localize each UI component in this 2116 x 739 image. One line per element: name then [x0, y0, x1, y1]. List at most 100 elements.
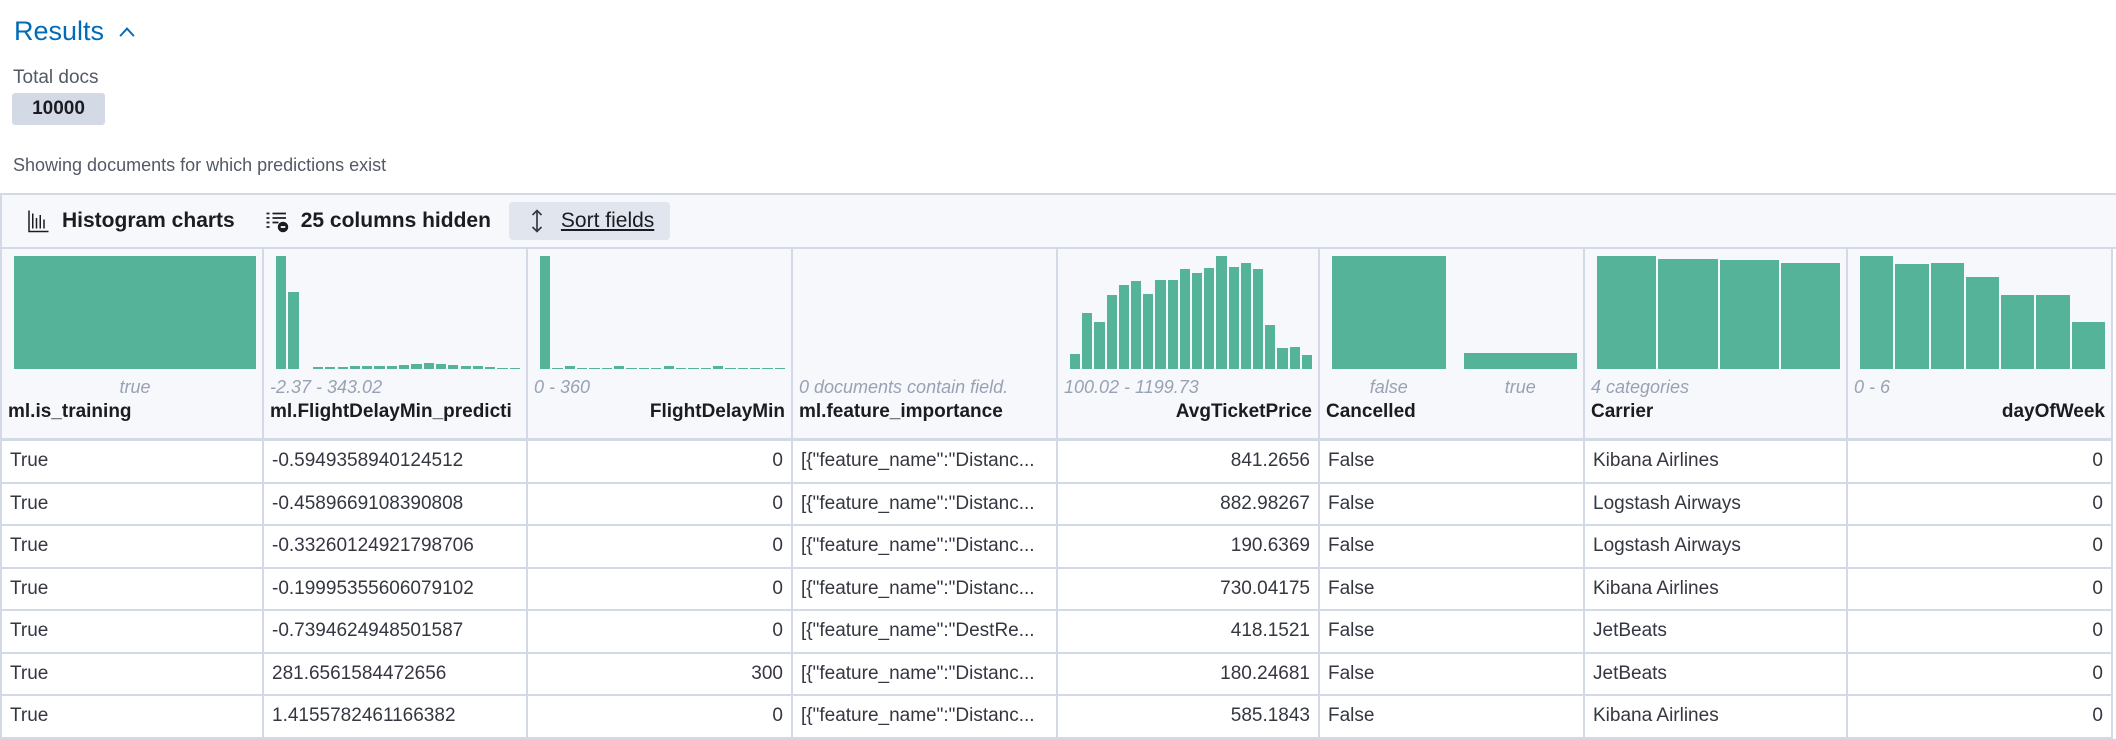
histogram-bar[interactable] [288, 292, 299, 369]
histogram-bar[interactable] [688, 367, 699, 369]
table-cell[interactable]: False [1320, 568, 1585, 611]
table-cell[interactable]: Logstash Airways [1585, 483, 1848, 526]
table-cell[interactable]: 0 [528, 696, 793, 739]
table-cell[interactable]: -0.19995355606079102 [264, 568, 528, 611]
histogram-bar[interactable] [614, 366, 625, 369]
histogram-bar[interactable] [700, 367, 711, 369]
table-cell[interactable]: 0 [1848, 483, 2113, 526]
histogram-bar[interactable] [448, 365, 459, 369]
histogram-bar[interactable] [1204, 268, 1215, 369]
table-cell[interactable]: True [2, 526, 264, 569]
histogram-bar[interactable] [1277, 347, 1288, 369]
table-cell[interactable]: False [1320, 696, 1585, 739]
histogram-bar[interactable] [399, 365, 410, 369]
histogram-bar[interactable] [1332, 256, 1446, 369]
table-cell[interactable]: 0 [1848, 568, 2113, 611]
histogram-bar[interactable] [1265, 324, 1276, 369]
histogram-bar[interactable] [737, 367, 748, 369]
histogram-bar[interactable] [1658, 258, 1718, 369]
table-cell[interactable]: [{"feature_name":"Distanc... [793, 653, 1058, 696]
table-cell[interactable]: 841.2656 [1058, 441, 1320, 484]
histogram-bar[interactable] [712, 366, 724, 369]
histogram-bar[interactable] [1301, 354, 1312, 369]
histogram-bar[interactable] [1179, 268, 1190, 369]
histogram-bar[interactable] [472, 366, 484, 369]
table-cell[interactable]: 730.04175 [1058, 568, 1320, 611]
histogram-bar[interactable] [1253, 269, 1264, 369]
histogram-bar[interactable] [1289, 346, 1300, 369]
table-cell[interactable]: -0.4589669108390808 [264, 483, 528, 526]
histogram-bar[interactable] [1597, 256, 1657, 369]
table-cell[interactable]: Kibana Airlines [1585, 568, 1848, 611]
histogram-bar[interactable] [2036, 295, 2070, 369]
table-cell[interactable]: True [2, 568, 264, 611]
histogram-bar[interactable] [1216, 256, 1227, 369]
table-cell[interactable]: False [1320, 441, 1585, 484]
table-cell[interactable]: [{"feature_name":"Distanc... [793, 696, 1058, 739]
histogram-bar[interactable] [1780, 262, 1840, 369]
histogram-bar[interactable] [1131, 281, 1142, 369]
histogram-bar[interactable] [1228, 267, 1239, 369]
table-cell[interactable]: False [1320, 611, 1585, 654]
histogram-bar[interactable] [1155, 280, 1166, 369]
table-cell[interactable]: [{"feature_name":"Distanc... [793, 441, 1058, 484]
table-cell[interactable]: False [1320, 526, 1585, 569]
histogram-bar[interactable] [374, 366, 385, 369]
histogram-bar[interactable] [651, 367, 662, 369]
table-cell[interactable]: 0 [528, 568, 793, 611]
table-cell[interactable]: -0.7394624948501587 [264, 611, 528, 654]
histogram-bar[interactable] [540, 256, 551, 369]
table-cell[interactable]: True [2, 441, 264, 484]
histogram-bar[interactable] [725, 367, 736, 369]
histogram-bar[interactable] [1930, 262, 1964, 369]
histogram-bar[interactable] [577, 367, 588, 369]
sort-fields-button[interactable]: Sort fields [508, 202, 671, 240]
histogram-bar[interactable] [2001, 295, 2035, 369]
table-cell[interactable]: 0 [1848, 611, 2113, 654]
histogram-bar[interactable] [349, 366, 361, 369]
table-cell[interactable]: 0 [1848, 653, 2113, 696]
table-cell[interactable]: 0 [1848, 441, 2113, 484]
table-cell[interactable]: -0.5949358940124512 [264, 441, 528, 484]
columns-hidden-button[interactable]: 25 columns hidden [265, 202, 491, 240]
histogram-bar[interactable] [601, 367, 613, 369]
table-cell[interactable]: Logstash Airways [1585, 526, 1848, 569]
histogram-bar[interactable] [435, 363, 447, 369]
histogram-bar[interactable] [423, 362, 434, 369]
table-cell[interactable]: 1.4155782461166382 [264, 696, 528, 739]
column-header[interactable]: -2.37 - 343.02 ml.FlightDelayMin_predicti [264, 249, 528, 441]
histogram-bar[interactable] [1860, 256, 1894, 369]
results-toggle[interactable]: Results [14, 16, 138, 47]
table-cell[interactable]: 300 [528, 653, 793, 696]
histogram-bar[interactable] [460, 366, 471, 369]
table-cell[interactable]: 0 [528, 526, 793, 569]
histogram-bar[interactable] [14, 256, 256, 369]
histogram-bar[interactable] [774, 367, 785, 369]
table-cell[interactable]: JetBeats [1585, 611, 1848, 654]
table-cell[interactable]: 0 [1848, 526, 2113, 569]
table-cell[interactable]: 180.24681 [1058, 653, 1320, 696]
table-cell[interactable]: True [2, 653, 264, 696]
histogram-bar[interactable] [663, 365, 674, 369]
table-cell[interactable]: 0 [528, 611, 793, 654]
histogram-bar[interactable] [1965, 277, 2000, 369]
histogram-bar[interactable] [485, 367, 496, 369]
table-cell[interactable]: 882.98267 [1058, 483, 1320, 526]
table-cell[interactable]: 190.6369 [1058, 526, 1320, 569]
histogram-bar[interactable] [411, 363, 422, 369]
histogram-charts-button[interactable]: Histogram charts [26, 202, 235, 240]
table-cell[interactable]: 418.1521 [1058, 611, 1320, 654]
histogram-bar[interactable] [1463, 352, 1577, 369]
table-cell[interactable]: Kibana Airlines [1585, 441, 1848, 484]
histogram-bar[interactable] [589, 367, 600, 369]
histogram-bar[interactable] [1192, 272, 1203, 369]
histogram-bar[interactable] [362, 365, 373, 369]
histogram-bar[interactable] [1719, 260, 1779, 369]
column-header[interactable]: 100.02 - 1199.73 AvgTicketPrice [1058, 249, 1320, 441]
column-header[interactable]: true ml.is_training [2, 249, 264, 441]
table-cell[interactable]: [{"feature_name":"DestRe... [793, 611, 1058, 654]
table-cell[interactable]: 0 [528, 483, 793, 526]
histogram-bar[interactable] [626, 367, 637, 369]
histogram-bar[interactable] [675, 367, 687, 369]
histogram-bar[interactable] [1094, 321, 1105, 369]
